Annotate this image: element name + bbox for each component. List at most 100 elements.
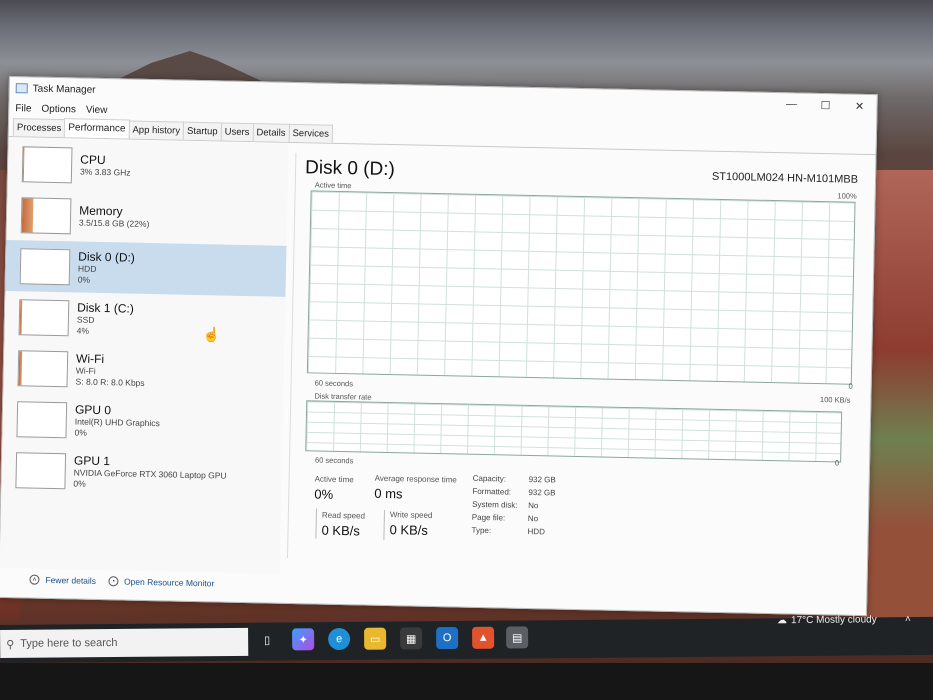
task-manager-taskbar-icon[interactable]: ▤ xyxy=(506,626,529,649)
disk1-thumbnail-fill xyxy=(19,299,23,334)
sidebar-item-gpu1[interactable]: GPU 1 NVIDIA GeForce RTX 3060 Laptop GPU… xyxy=(1,444,282,501)
active-time-stat-value: 0% xyxy=(314,486,334,502)
wifi-thumbnail-fill xyxy=(18,350,23,385)
tab-app-history[interactable]: App history xyxy=(128,120,185,140)
avg-response-value: 0 ms xyxy=(374,485,403,502)
sidebar-item-memory[interactable]: Memory 3.5/15.8 GB (22%) xyxy=(7,189,288,246)
system-disk-value: No xyxy=(528,500,539,511)
copilot-icon[interactable]: ✦ xyxy=(292,628,315,651)
read-speed-value: 0 KB/s xyxy=(321,522,361,539)
formatted-label: Formatted: xyxy=(472,486,512,497)
tab-processes[interactable]: Processes xyxy=(12,118,66,138)
cpu-thumbnail-graph xyxy=(21,145,73,183)
taskbar: ⚲ Type here to search ▯ ✦ e ▭ ▦ O ▲ ▤ ☁ … xyxy=(0,614,933,663)
read-divider xyxy=(315,508,318,539)
taskbar-search-box[interactable]: ⚲ Type here to search xyxy=(0,627,249,658)
tab-details[interactable]: Details xyxy=(252,123,290,142)
weather-text: 17°C Mostly cloudy xyxy=(790,614,877,627)
sidebar-item-sub: HDD xyxy=(77,262,97,274)
gpu1-thumbnail-graph xyxy=(15,451,67,489)
brave-browser-icon[interactable]: ▲ xyxy=(472,626,495,649)
sidebar-item-sub: 3% 3.83 GHz xyxy=(79,166,131,178)
disk-detail-pane: Disk 0 (D:) ST1000LM024 HN-M101MBB Activ… xyxy=(297,144,866,576)
footer: ˄ Fewer details ◔ Open Resource Monitor xyxy=(29,574,214,589)
task-manager-icon xyxy=(15,83,28,94)
minimize-button[interactable]: — xyxy=(774,93,808,116)
tab-startup[interactable]: Startup xyxy=(182,121,222,141)
sidebar-item-title: Disk 0 (D:) xyxy=(78,248,136,265)
sidebar-item-sub: 3.5/15.8 GB (22%) xyxy=(78,217,150,229)
sidebar-item-disk1[interactable]: Disk 1 (C:) SSD 4% xyxy=(4,291,285,348)
type-label: Type: xyxy=(471,525,492,536)
page-file-label: Page file: xyxy=(471,512,506,523)
sidebar-item-sub: SSD xyxy=(76,313,95,325)
pane-divider[interactable] xyxy=(286,153,297,558)
transfer-rate-max-label: 100 KB/s xyxy=(819,395,851,405)
tab-services[interactable]: Services xyxy=(288,123,334,143)
chevron-up-icon: ˄ xyxy=(29,574,40,585)
active-time-chart-label: Active time xyxy=(314,180,352,191)
sidebar-item-disk0[interactable]: Disk 0 (D:) HDD 0% xyxy=(5,239,287,297)
active-time-stat-label: Active time xyxy=(314,474,354,485)
gpu0-thumbnail-fill xyxy=(17,401,19,436)
wifi-thumbnail-graph xyxy=(17,349,69,387)
page-file-value: No xyxy=(527,513,539,524)
active-time-min-label: 0 xyxy=(848,381,853,391)
system-disk-label: System disk: xyxy=(472,499,518,510)
disk0-thumbnail-graph xyxy=(19,247,71,285)
formatted-value: 932 GB xyxy=(528,487,556,498)
cpu-thumbnail-fill xyxy=(22,146,25,181)
outlook-icon[interactable]: O xyxy=(436,627,459,650)
capacity-value: 932 GB xyxy=(528,474,556,485)
write-divider xyxy=(383,509,385,540)
task-view-icon[interactable]: ▯ xyxy=(256,629,278,651)
active-time-max-label: 100% xyxy=(837,191,857,201)
maximize-button[interactable]: ☐ xyxy=(808,94,842,117)
transfer-min-label: 0 xyxy=(834,458,840,468)
laptop-bezel xyxy=(0,663,933,700)
write-speed-label: Write speed xyxy=(389,510,433,520)
sidebar-item-title: Wi-Fi xyxy=(75,350,105,366)
tab-users[interactable]: Users xyxy=(220,122,254,142)
read-speed-label: Read speed xyxy=(321,510,366,521)
sidebar-item-title: Disk 1 (C:) xyxy=(77,299,134,316)
sidebar-item-sub2: 0% xyxy=(77,273,91,285)
window-title: Task Manager xyxy=(32,83,96,96)
store-icon[interactable]: ▦ xyxy=(400,627,423,650)
tab-performance[interactable]: Performance xyxy=(64,118,130,139)
sidebar-item-sub2: S: 8.0 R: 8.0 Kbps xyxy=(75,375,145,388)
search-placeholder: Type here to search xyxy=(20,636,118,650)
file-explorer-icon[interactable]: ▭ xyxy=(364,627,387,650)
weather-widget[interactable]: ☁ 17°C Mostly cloudy xyxy=(777,614,877,626)
sidebar-item-title: CPU xyxy=(80,152,106,168)
sidebar-item-sub2: 0% xyxy=(74,426,87,438)
disk-model: ST1000LM024 HN-M101MBB xyxy=(711,170,859,186)
close-button[interactable]: ✕ xyxy=(842,94,876,117)
menu-file[interactable]: File xyxy=(15,103,31,114)
sidebar-item-wifi[interactable]: Wi-Fi Wi-Fi S: 8.0 R: 8.0 Kbps xyxy=(3,342,284,399)
mouse-cursor-icon: ☝ xyxy=(202,326,221,343)
open-resource-monitor-link[interactable]: Open Resource Monitor xyxy=(124,577,214,589)
memory-thumbnail-graph xyxy=(20,196,72,234)
gpu0-thumbnail-graph xyxy=(16,400,68,438)
resource-sidebar: CPU 3% 3.83 GHz Memory 3.5/15.8 GB (22%)… xyxy=(0,138,289,574)
sidebar-item-gpu0[interactable]: GPU 0 Intel(R) UHD Graphics 0% xyxy=(2,393,283,450)
chevron-up-tray-icon[interactable]: ˄ xyxy=(905,614,911,625)
edge-browser-icon[interactable]: e xyxy=(328,627,351,651)
fewer-details-link[interactable]: Fewer details xyxy=(45,575,96,586)
sidebar-item-cpu[interactable]: CPU 3% 3.83 GHz xyxy=(8,138,289,195)
capacity-label: Capacity: xyxy=(472,473,507,484)
sidebar-item-title: GPU 0 xyxy=(74,401,112,417)
transfer-axis-label: 60 seconds xyxy=(314,455,354,466)
transfer-rate-graph xyxy=(305,400,843,463)
menu-view[interactable]: View xyxy=(86,104,108,115)
disk0-thumbnail-fill xyxy=(20,248,22,283)
disk-stats: Active time 0% Average response time 0 m… xyxy=(311,474,853,565)
menu-options[interactable]: Options xyxy=(41,103,76,115)
cloudy-weather-icon: ☁ xyxy=(776,615,788,627)
type-value: HDD xyxy=(527,526,546,537)
search-icon: ⚲ xyxy=(6,638,15,651)
sidebar-item-sub: Intel(R) UHD Graphics xyxy=(74,415,160,428)
task-manager-window: Task Manager — ☐ ✕ File Options View Pro… xyxy=(0,76,878,617)
gpu1-thumbnail-fill xyxy=(16,452,18,487)
